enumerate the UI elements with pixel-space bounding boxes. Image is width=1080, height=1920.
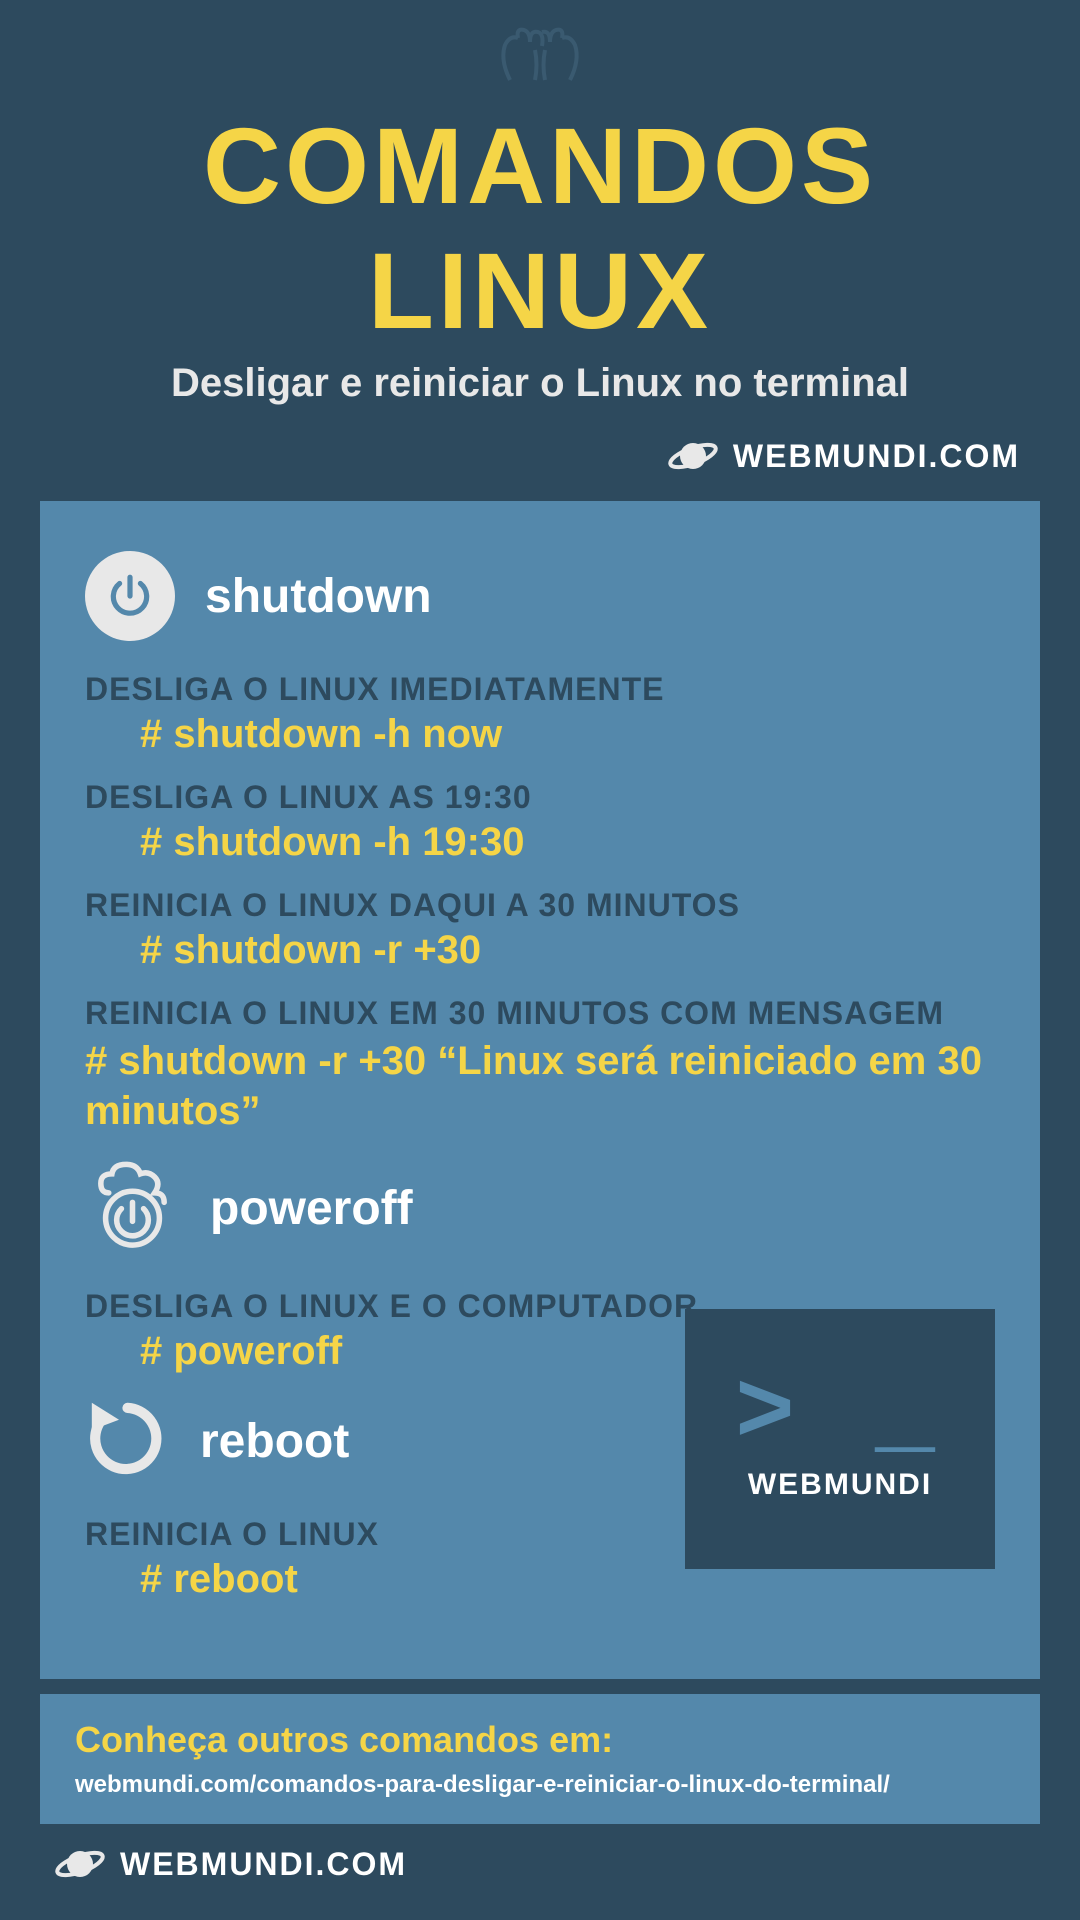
section-label: reboot <box>200 1414 349 1469</box>
entry-desc: DESLIGA O LINUX IMEDIATAMENTE <box>85 671 995 708</box>
entry-desc: REINICIA O LINUX DAQUI A 30 MINUTOS <box>85 887 995 924</box>
entry-cmd: # shutdown -r +30 “Linux será reiniciado… <box>85 1036 995 1136</box>
brand-row-bottom: WEBMUNDI.COM <box>0 1824 1080 1904</box>
entry-desc: DESLIGA O LINUX AS 19:30 <box>85 779 995 816</box>
page-subtitle: Desligar e reiniciar o Linux no terminal <box>40 361 1040 406</box>
entry-cmd: # shutdown -h now <box>85 712 995 757</box>
command-entry: REINICIA O LINUX DAQUI A 30 MINUTOS # sh… <box>85 887 995 973</box>
planet-icon <box>55 1844 105 1884</box>
command-entry: REINICIA O LINUX EM 30 MINUTOS COM MENSA… <box>85 995 995 1136</box>
section-poweroff: poweroff <box>85 1158 995 1258</box>
entry-cmd: # shutdown -h 19:30 <box>85 820 995 865</box>
brand-text-top: WEBMUNDI.COM <box>733 438 1020 475</box>
footer-card: Conheça outros comandos em: webmundi.com… <box>40 1694 1040 1824</box>
command-entry: DESLIGA O LINUX AS 19:30 # shutdown -h 1… <box>85 779 995 865</box>
planet-icon <box>668 436 718 476</box>
page-title: COMANDOS LINUX <box>40 103 1040 353</box>
brand-row-top: WEBMUNDI.COM <box>0 416 1080 501</box>
section-shutdown: shutdown <box>85 551 995 641</box>
footer-url: webmundi.com/comandos-para-desligar-e-re… <box>75 1771 1005 1799</box>
command-entry: DESLIGA O LINUX IMEDIATAMENTE # shutdown… <box>85 671 995 757</box>
terminal-badge: > _ WEBMUNDI <box>685 1309 995 1569</box>
entry-desc: REINICIA O LINUX EM 30 MINUTOS COM MENSA… <box>85 995 995 1032</box>
section-label: poweroff <box>210 1181 413 1236</box>
badge-text: WEBMUNDI <box>748 1468 932 1502</box>
header: COMANDOS LINUX Desligar e reiniciar o Li… <box>0 0 1080 416</box>
reboot-icon <box>85 1396 170 1486</box>
brand-text-bottom: WEBMUNDI.COM <box>120 1846 407 1883</box>
section-label: shutdown <box>205 569 432 624</box>
entry-cmd: # shutdown -r +30 <box>85 928 995 973</box>
hands-icon <box>40 20 1040 103</box>
main-card: shutdown DESLIGA O LINUX IMEDIATAMENTE #… <box>40 501 1040 1679</box>
footer-title: Conheça outros comandos em: <box>75 1719 1005 1761</box>
terminal-prompt-icon: > _ <box>735 1376 945 1456</box>
power-icon <box>85 551 175 641</box>
cloud-power-icon <box>85 1158 180 1258</box>
